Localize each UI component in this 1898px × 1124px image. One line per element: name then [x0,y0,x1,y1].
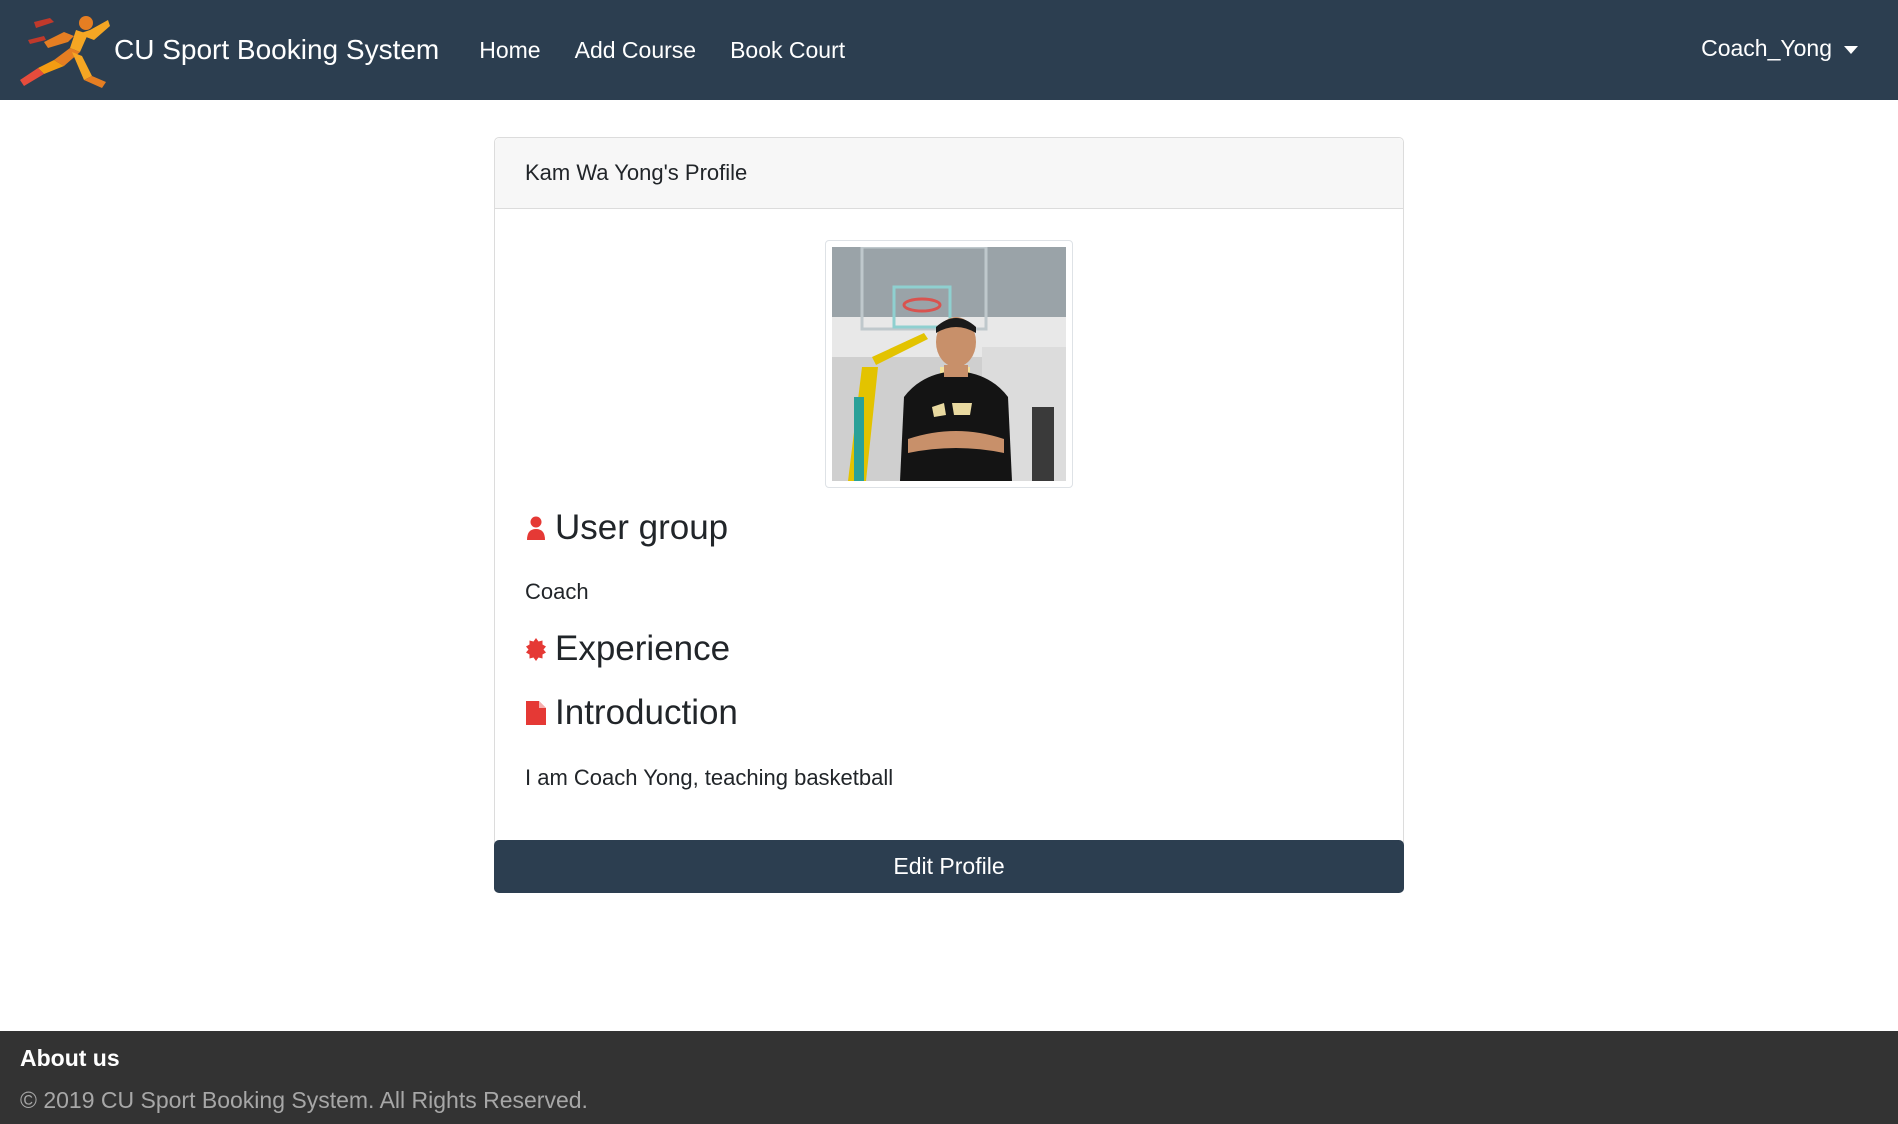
user-dropdown[interactable]: Coach_Yong [1701,35,1858,62]
chevron-down-icon [1844,45,1858,54]
file-icon [526,701,546,725]
certificate-icon [526,638,546,661]
about-us-heading: About us [20,1045,120,1071]
edit-profile-button[interactable]: Edit Profile [494,840,1404,893]
introduction-title: Introduction [555,693,738,732]
brand-title: CU Sport Booking System [114,34,440,65]
profile-card-header: Kam Wa Yong's Profile [495,138,1403,209]
copyright-text: © 2019 CU Sport Booking System. All Righ… [20,1087,588,1113]
profile-card: Kam Wa Yong's Profile User group Coach E… [494,137,1404,893]
top-navbar: CU Sport Booking System Home Add Course … [0,0,1898,100]
experience-heading: Experience [525,629,730,669]
introduction-section: Introduction [525,693,738,733]
user-photo-icon [832,247,1066,481]
user-group-heading: User group [525,508,728,548]
user-group-section: User group [525,508,728,548]
profile-photo [825,240,1073,488]
user-icon [527,516,545,540]
experience-title: Experience [555,629,731,668]
brand-link[interactable]: CU Sport Booking System [14,12,439,88]
introduction-value: I am Coach Yong, teaching basketball [525,765,894,790]
nav-book-court-link[interactable]: Book Court [730,37,845,64]
nav-links: Home Add Course Book Court [479,37,879,64]
experience-section: Experience [525,629,730,669]
introduction-heading: Introduction [525,693,738,733]
footer: About us © 2019 CU Sport Booking System.… [0,1031,1898,1124]
runner-logo-icon [20,16,110,88]
nav-add-course-link[interactable]: Add Course [575,37,696,64]
user-name: Coach_Yong [1701,35,1832,61]
user-group-title: User group [555,508,729,547]
profile-title: Kam Wa Yong's Profile [525,160,748,185]
user-group-value: Coach [525,579,589,604]
nav-home-link[interactable]: Home [479,37,540,64]
